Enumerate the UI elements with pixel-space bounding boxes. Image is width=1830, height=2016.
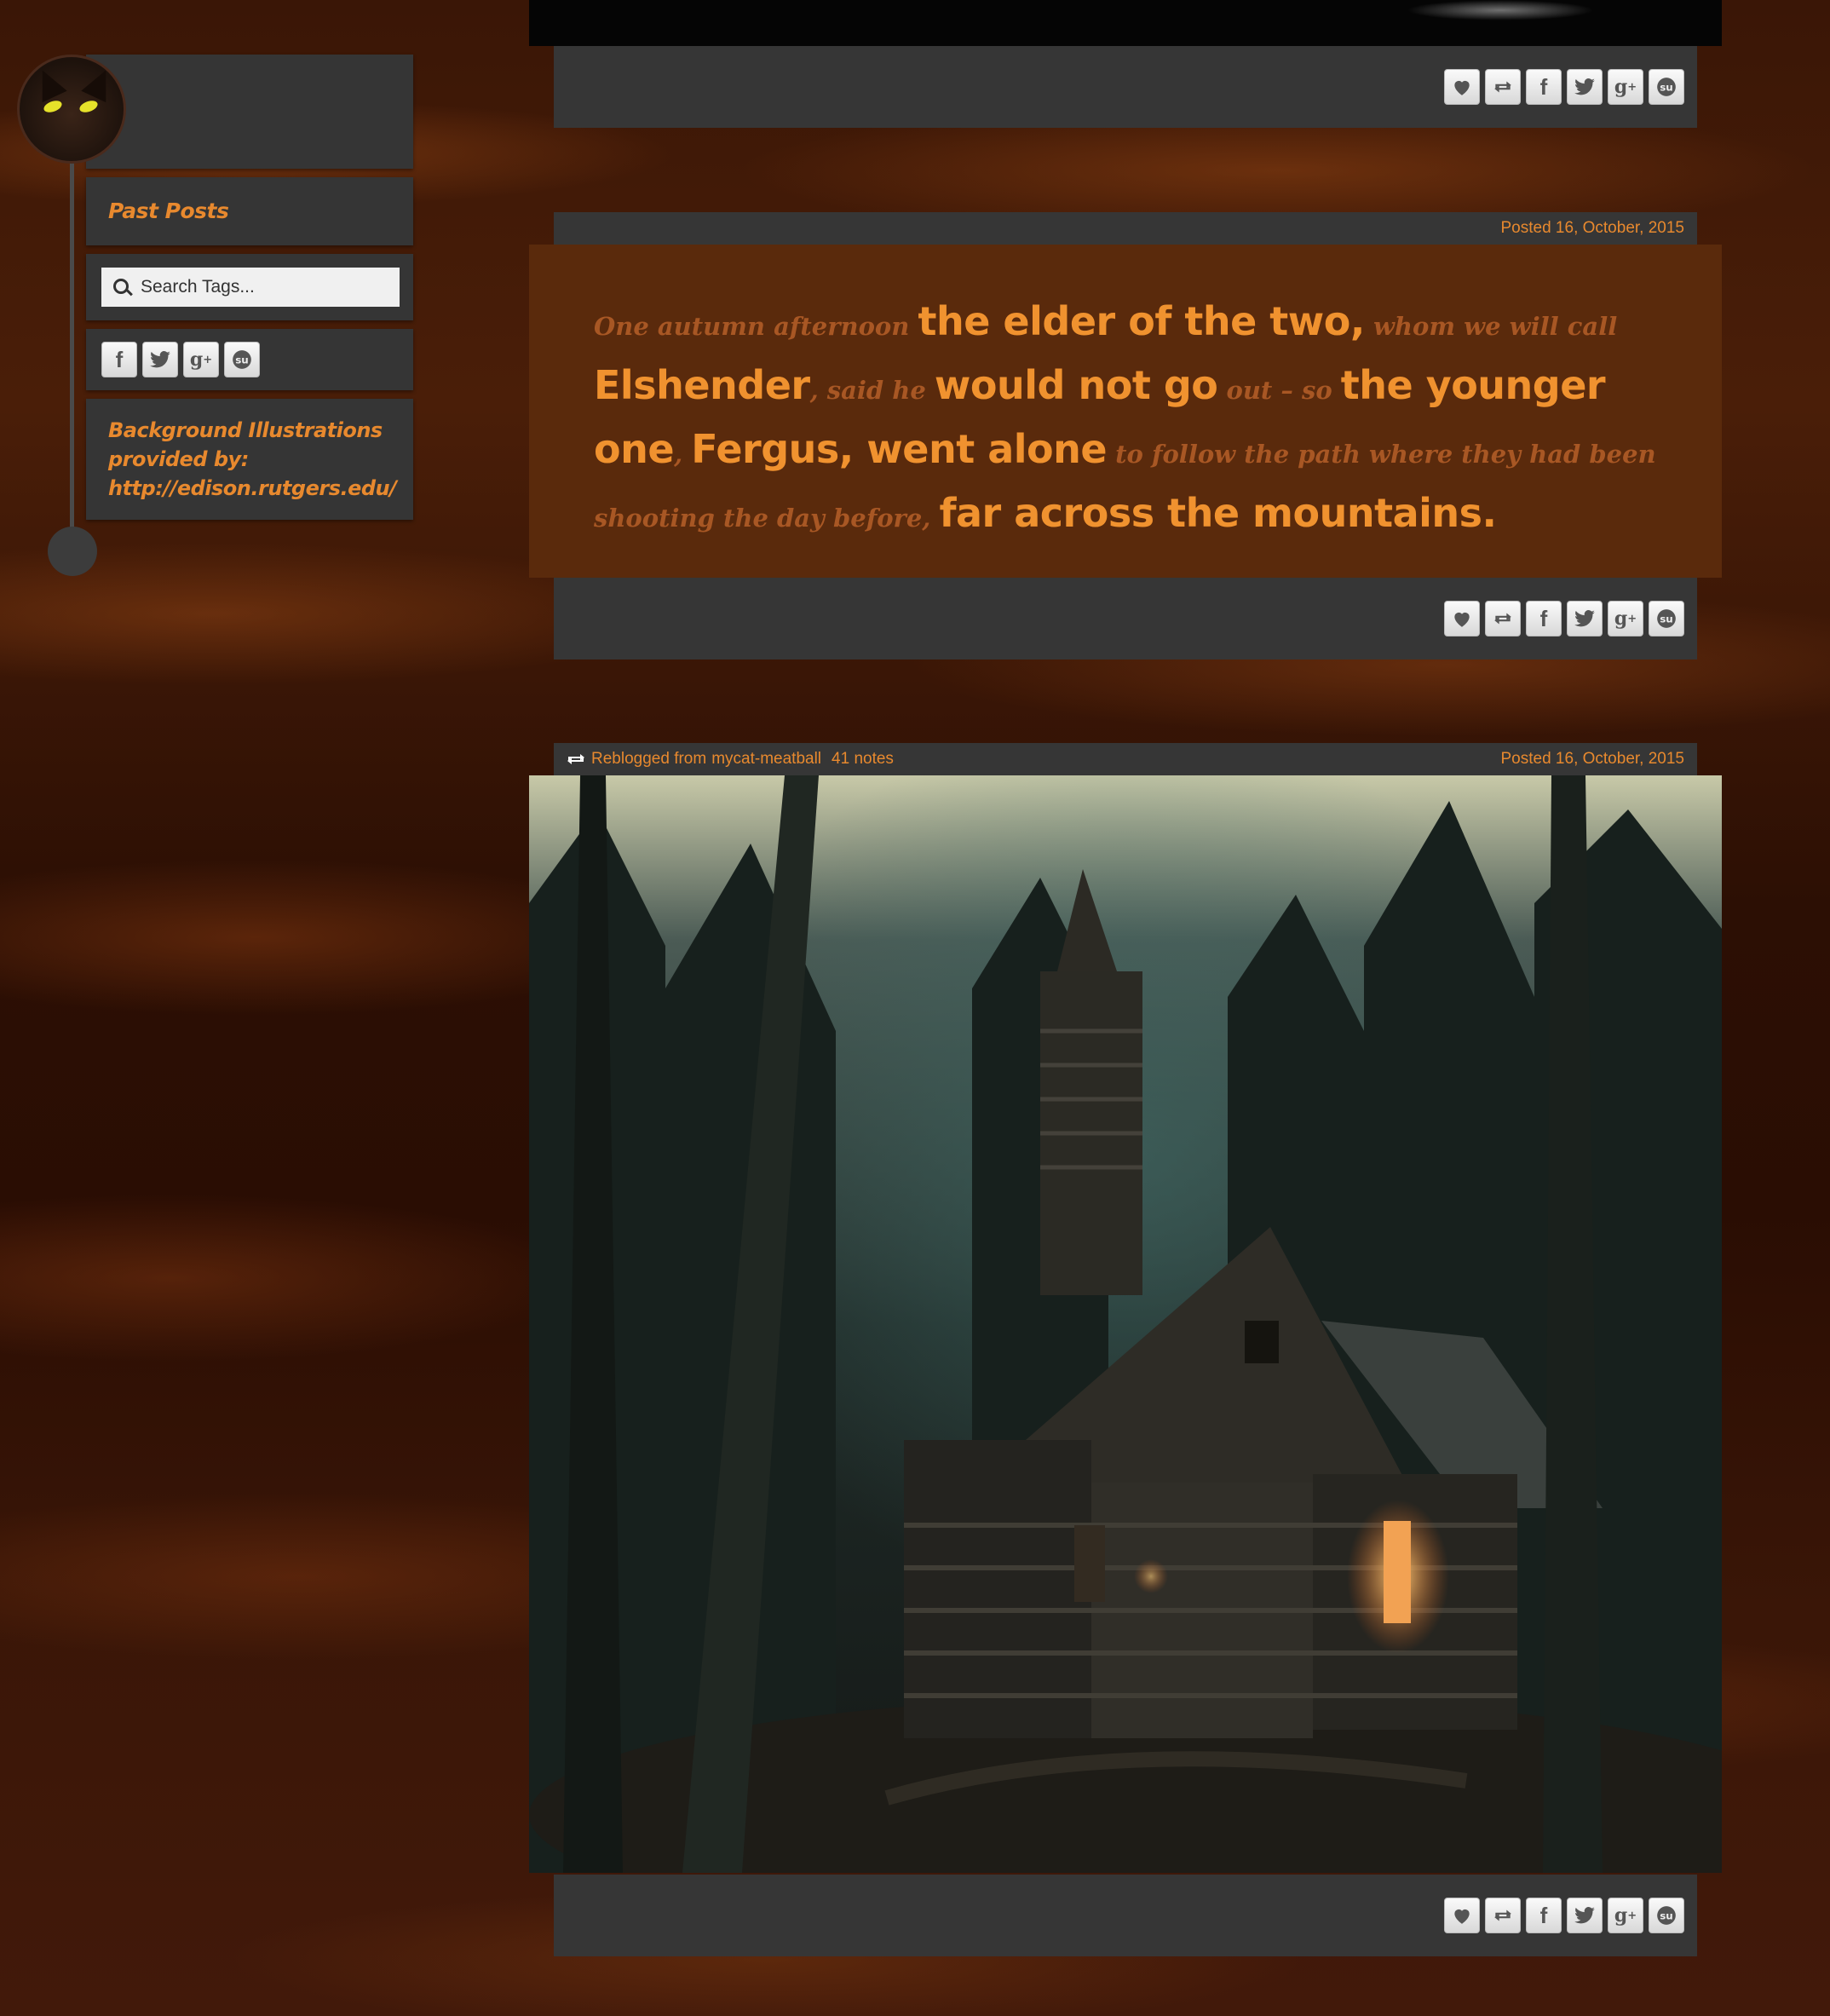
- twitter-icon[interactable]: [1567, 601, 1603, 636]
- google-plus-icon[interactable]: g +: [1608, 1898, 1643, 1933]
- quote-fragment: would not go: [934, 362, 1218, 408]
- stumbleupon-icon[interactable]: su: [1649, 69, 1684, 105]
- credits-text[interactable]: Background Illustrations provided by: ht…: [108, 416, 398, 503]
- reblog-icon: [567, 754, 584, 764]
- google-plus-icon[interactable]: g +: [183, 342, 219, 377]
- stumbleupon-icon[interactable]: su: [224, 342, 260, 377]
- sidebar-header-box: [86, 55, 413, 169]
- facebook-icon[interactable]: f: [1526, 69, 1562, 105]
- quote-fragment: ,: [674, 440, 692, 469]
- twitter-icon[interactable]: [142, 342, 178, 377]
- search-box: [86, 254, 413, 320]
- post-photo[interactable]: [529, 775, 1722, 1873]
- post-footer-3: f g + su: [554, 1875, 1697, 1956]
- forest-cabin-photo: [529, 775, 1722, 1873]
- credits-box: Background Illustrations provided by: ht…: [86, 399, 413, 520]
- sidebar-social-box: f g + su: [86, 329, 413, 390]
- quote-fragment: , said he: [809, 376, 935, 405]
- search-field[interactable]: [101, 268, 400, 307]
- reblog-info: Reblogged from mycat-meatball 41 notes: [566, 750, 894, 769]
- past-posts-box[interactable]: Past Posts: [86, 177, 413, 245]
- cat-ear-left: [30, 64, 67, 103]
- svg-text:su: su: [235, 354, 249, 366]
- reblog-source-link[interactable]: mycat-meatball: [711, 750, 821, 769]
- post-meta-3: Reblogged from mycat-meatball 41 notes P…: [554, 743, 1697, 775]
- notes-count[interactable]: 41 notes: [832, 750, 894, 769]
- timeline-line: [70, 153, 74, 537]
- post-image-top[interactable]: [529, 0, 1722, 46]
- quote-text: One autumn afternoon the elder of the tw…: [594, 294, 1676, 550]
- post-footer-1: f g + su: [554, 46, 1697, 128]
- post-date[interactable]: Posted 16, October, 2015: [1501, 750, 1685, 769]
- timeline-dot: [48, 527, 97, 576]
- svg-text:su: su: [1660, 613, 1673, 625]
- post-meta-2: Posted 16, October, 2015: [554, 212, 1697, 245]
- reblog-icon[interactable]: [1485, 601, 1521, 636]
- cat-eye-right: [78, 98, 100, 115]
- quote-fragment: Elshender: [594, 362, 810, 408]
- blog-avatar[interactable]: [17, 55, 126, 164]
- search-icon: [113, 279, 129, 294]
- quote-fragment: Fergus, went alone: [691, 426, 1108, 472]
- google-plus-icon[interactable]: g +: [1608, 601, 1643, 636]
- past-posts-link[interactable]: Past Posts: [108, 199, 229, 223]
- svg-text:su: su: [1660, 81, 1673, 93]
- reblog-prefix: Reblogged from: [591, 750, 707, 768]
- reblog-icon[interactable]: [1485, 1898, 1521, 1933]
- facebook-icon[interactable]: f: [1526, 1898, 1562, 1933]
- quote-fragment: One autumn afternoon: [594, 312, 918, 341]
- stumbleupon-icon[interactable]: su: [1649, 601, 1684, 636]
- search-input[interactable]: [141, 268, 388, 307]
- twitter-icon[interactable]: [1567, 1898, 1603, 1933]
- like-icon[interactable]: [1444, 1898, 1480, 1933]
- quote-fragment: whom we will call: [1364, 312, 1618, 341]
- like-icon[interactable]: [1444, 69, 1480, 105]
- facebook-icon[interactable]: f: [101, 342, 137, 377]
- svg-text:su: su: [1660, 1909, 1673, 1921]
- quote-fragment: the elder of the two,: [918, 298, 1365, 344]
- reblog-icon[interactable]: [1485, 69, 1521, 105]
- stumbleupon-icon[interactable]: su: [1649, 1898, 1684, 1933]
- like-icon[interactable]: [1444, 601, 1480, 636]
- quote-fragment: far across the mountains.: [939, 490, 1497, 536]
- quote-fragment: out – so: [1217, 376, 1341, 405]
- facebook-icon[interactable]: f: [1526, 601, 1562, 636]
- twitter-icon[interactable]: [1567, 69, 1603, 105]
- google-plus-icon[interactable]: g +: [1608, 69, 1643, 105]
- post-date[interactable]: Posted 16, October, 2015: [1501, 219, 1685, 238]
- quote-post: One autumn afternoon the elder of the tw…: [529, 245, 1722, 578]
- post-footer-2: f g + su: [554, 578, 1697, 660]
